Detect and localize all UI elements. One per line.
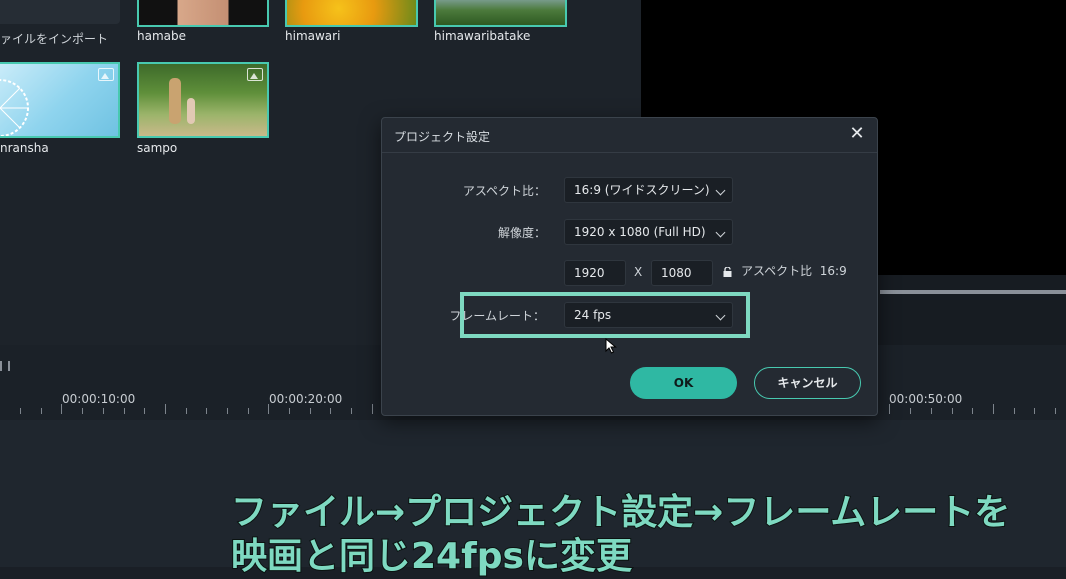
image-type-icon xyxy=(98,68,114,81)
caption-line-2: 映画と同じ24fpsに変更 xyxy=(230,535,633,578)
import-label[interactable]: ァイルをインポート xyxy=(0,30,108,47)
aspect-ratio-note: アスペクト比 16:9 xyxy=(741,264,847,278)
ruler-tick xyxy=(61,404,62,414)
ruler-tick xyxy=(889,404,890,414)
ruler-tick xyxy=(289,408,290,414)
ruler-tick xyxy=(165,404,166,414)
close-icon[interactable]: ✕ xyxy=(848,125,866,143)
framerate-value: 24 fps xyxy=(574,308,612,322)
timecode-50s: 00:00:50:00 xyxy=(889,392,963,406)
width-input[interactable]: 1920 xyxy=(564,260,626,286)
lock-icon[interactable] xyxy=(723,267,732,277)
ruler-tick xyxy=(268,404,269,414)
preview-progress-bar[interactable] xyxy=(880,290,1066,294)
resolution-value: 1920 x 1080 (Full HD) xyxy=(574,225,706,239)
clip-thumbnail-kanransha[interactable] xyxy=(0,62,120,138)
framerate-select[interactable]: 24 fps xyxy=(564,302,733,328)
clip-thumbnail-himawari[interactable] xyxy=(285,0,418,27)
ruler-tick xyxy=(330,408,331,414)
resolution-label: 解像度： xyxy=(497,226,546,240)
ruler-tick xyxy=(310,408,311,414)
project-settings-dialog: プロジェクト設定 ✕ アスペクト比： 16:9 (ワイドスクリーン) 解像度： … xyxy=(381,117,878,416)
dimension-separator: X xyxy=(634,265,643,279)
clip-thumbnail-sampo[interactable] xyxy=(137,62,269,138)
resolution-select[interactable]: 1920 x 1080 (Full HD) xyxy=(564,219,733,245)
ruler-tick xyxy=(103,408,104,414)
ruler-tick xyxy=(952,408,953,414)
chevron-down-icon xyxy=(715,227,726,238)
audio-meter-icon xyxy=(0,361,10,371)
ruler-tick xyxy=(931,408,932,414)
aspect-ratio-select[interactable]: 16:9 (ワイドスクリーン) xyxy=(564,177,733,203)
image-type-icon xyxy=(247,68,263,81)
person-figure xyxy=(169,78,181,124)
ruler-tick xyxy=(910,408,911,414)
clip-name-hamabe: hamabe xyxy=(137,29,187,43)
chevron-down-icon xyxy=(715,185,726,196)
dialog-title: プロジェクト設定 xyxy=(394,130,491,144)
ruler-tick xyxy=(972,408,973,414)
ruler-tick xyxy=(1055,408,1056,414)
ruler-tick xyxy=(351,408,352,414)
timecode-10s: 00:00:10:00 xyxy=(62,392,136,406)
import-area[interactable] xyxy=(0,0,120,24)
clip-name-sampo: sampo xyxy=(137,141,178,155)
child-figure xyxy=(187,98,195,124)
ruler-tick xyxy=(227,408,228,414)
width-value: 1920 xyxy=(574,266,605,280)
ruler-tick xyxy=(1034,408,1035,414)
framerate-label: フレームレート： xyxy=(449,309,545,323)
ruler-tick xyxy=(248,408,249,414)
ruler-tick xyxy=(82,408,83,414)
ruler-tick xyxy=(20,408,21,414)
clip-thumbnail-himawaribatake[interactable] xyxy=(434,0,567,27)
dialog-divider xyxy=(382,152,877,153)
timecode-20s: 00:00:20:00 xyxy=(269,392,343,406)
height-input[interactable]: 1080 xyxy=(651,260,713,286)
ruler-tick xyxy=(1014,408,1015,414)
ruler-tick xyxy=(372,404,373,414)
height-value: 1080 xyxy=(661,266,692,280)
cancel-button[interactable]: キャンセル xyxy=(754,367,861,399)
clip-name-himawari: himawari xyxy=(285,29,341,43)
clip-name-himawaribatake: himawaribatake xyxy=(434,29,531,43)
ruler-tick xyxy=(993,404,994,414)
chevron-down-icon xyxy=(715,310,726,321)
ruler-tick xyxy=(206,408,207,414)
ruler-tick xyxy=(124,408,125,414)
clip-name-kanransha: nransha xyxy=(0,141,49,155)
clip-thumbnail-hamabe[interactable] xyxy=(137,0,269,27)
aspect-ratio-label: アスペクト比： xyxy=(462,184,546,198)
mouse-cursor-icon xyxy=(605,338,617,354)
ferris-wheel-graphic xyxy=(0,79,29,136)
aspect-ratio-value: 16:9 (ワイドスクリーン) xyxy=(574,183,710,197)
ruler-tick xyxy=(186,408,187,414)
ok-button[interactable]: OK xyxy=(630,367,737,399)
ruler-tick xyxy=(41,408,42,414)
ruler-tick xyxy=(144,408,145,414)
